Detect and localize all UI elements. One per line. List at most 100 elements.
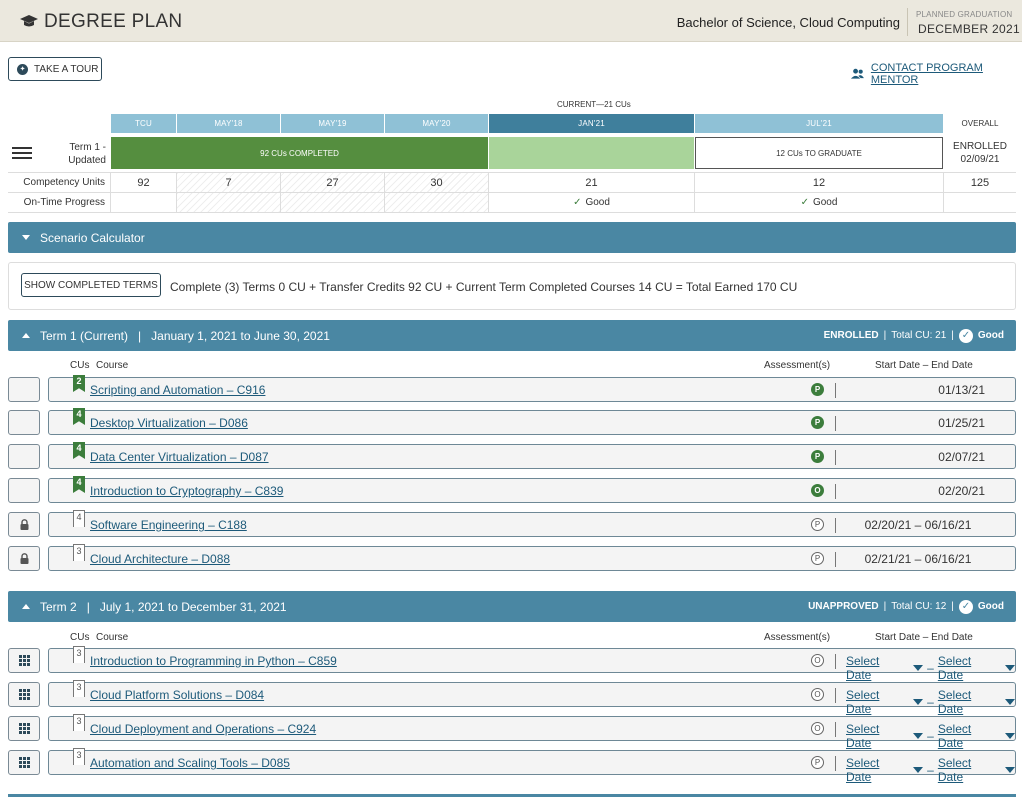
- course-link[interactable]: Introduction to Cryptography – C839: [90, 484, 283, 498]
- caret-up-icon: [22, 604, 30, 609]
- divider: [835, 450, 836, 465]
- grid-handle-icon: [18, 757, 30, 768]
- date-dash: –: [927, 763, 934, 777]
- assessment-badge: P: [811, 756, 824, 769]
- course-link[interactable]: Cloud Deployment and Operations – C924: [90, 722, 316, 736]
- date-dash: –: [927, 661, 934, 675]
- col-cus: CUs: [70, 632, 90, 643]
- course-row[interactable]: 3 Cloud Platform Solutions – D084 O Sele…: [48, 680, 1016, 716]
- cu-flag: 4: [73, 408, 85, 425]
- col-assessments: Assessment(s): [764, 632, 831, 643]
- drag-handle[interactable]: [8, 750, 40, 775]
- check-icon: ✓: [800, 197, 809, 208]
- cu-may19: 27: [326, 176, 339, 189]
- course-link[interactable]: Automation and Scaling Tools – D085: [90, 756, 290, 770]
- lock-icon: [20, 519, 28, 530]
- course-link[interactable]: Desktop Virtualization – D086: [90, 416, 248, 430]
- caret-down-icon[interactable]: [1005, 733, 1015, 739]
- caret-down-icon[interactable]: [1005, 767, 1015, 773]
- term1-summary: ENROLLED | Total CU: 21 | ✓ Good: [824, 320, 1004, 351]
- course-row[interactable]: 3 Cloud Architecture – D088 P 02/21/21 –…: [48, 544, 1016, 571]
- term-label-line2: Updated: [68, 155, 106, 166]
- cu-flag: 4: [73, 476, 85, 493]
- hatch-area: [177, 193, 488, 212]
- term-label-line1: Term 1 -: [69, 142, 106, 153]
- planned-graduation-label: PLANNED GRADUATION: [916, 10, 1013, 19]
- term1-dates: January 1, 2021 to June 30, 2021: [151, 328, 330, 343]
- term2-progress: Good: [977, 601, 1004, 612]
- menu-icon[interactable]: [12, 147, 32, 161]
- lock-icon: [20, 553, 28, 564]
- course-link[interactable]: Data Center Virtualization – D087: [90, 450, 269, 464]
- cu-flag: 3: [73, 714, 85, 731]
- date-selector: Select Date – Select Date: [846, 654, 1015, 682]
- course-row[interactable]: 4 Software Engineering – C188 P 02/20/21…: [48, 510, 1016, 537]
- caret-down-icon[interactable]: [913, 699, 924, 705]
- divider: [835, 688, 836, 703]
- lock-button[interactable]: [8, 546, 40, 571]
- grid-handle-icon: [18, 655, 30, 666]
- show-completed-terms-button[interactable]: SHOW COMPLETED TERMS: [21, 273, 161, 297]
- cu-jan21: 21: [585, 176, 598, 189]
- assessment-badge: O: [811, 688, 824, 701]
- check-circle-icon: ✓: [958, 599, 973, 614]
- progress-jan21: ✓ Good: [489, 193, 694, 212]
- separator: |: [951, 601, 954, 612]
- lock-button[interactable]: [8, 512, 40, 537]
- course-row[interactable]: 4 Data Center Virtualization – D087 P 02…: [48, 442, 1016, 469]
- term1-name: Term 1 (Current): [40, 328, 129, 343]
- course-link[interactable]: Introduction to Programming in Python – …: [90, 654, 337, 668]
- course-date: 01/13/21: [938, 383, 985, 397]
- caret-down-icon[interactable]: [1005, 699, 1015, 705]
- divider: [835, 654, 836, 669]
- timeline-col-may20: MAY'20: [385, 114, 488, 133]
- caret-down-icon[interactable]: [913, 767, 924, 773]
- caret-down-icon[interactable]: [913, 733, 924, 739]
- col-assessments: Assessment(s): [764, 360, 831, 371]
- take-a-tour-button[interactable]: ✦ TAKE A TOUR: [8, 57, 102, 81]
- course-row[interactable]: 3 Introduction to Programming in Python …: [48, 646, 1016, 682]
- start-date-select[interactable]: Select Date: [846, 756, 907, 784]
- course-row[interactable]: 3 Automation and Scaling Tools – D085 P …: [48, 748, 1016, 784]
- course-link[interactable]: Software Engineering – C188: [90, 518, 247, 532]
- scenario-calculator-toggle[interactable]: Scenario Calculator: [8, 222, 1016, 253]
- date-dash: –: [927, 729, 934, 743]
- course-row[interactable]: 4 Desktop Virtualization – D086 P 01/25/…: [48, 408, 1016, 435]
- contact-mentor-link[interactable]: CONTACT PROGRAM MENTOR: [850, 62, 1022, 86]
- cu-may20: 30: [430, 176, 443, 189]
- progress-jul21-value: Good: [812, 197, 838, 208]
- cu-flag: 3: [73, 646, 85, 663]
- course-link[interactable]: Scripting and Automation – C916: [90, 383, 265, 397]
- course-row[interactable]: 3 Cloud Deployment and Operations – C924…: [48, 714, 1016, 750]
- end-date-select[interactable]: Select Date: [938, 654, 999, 682]
- course-link[interactable]: Cloud Architecture – D088: [90, 552, 230, 566]
- caret-down-icon: [22, 235, 30, 240]
- caret-down-icon[interactable]: [1005, 665, 1015, 671]
- course-row[interactable]: 2 Scripting and Automation – C916 P 01/1…: [48, 375, 1016, 402]
- end-date-select[interactable]: Select Date: [938, 722, 999, 750]
- end-date-select[interactable]: Select Date: [938, 688, 999, 716]
- drag-handle[interactable]: [8, 682, 40, 707]
- overall-status: ENROLLED 02/09/21: [944, 140, 1016, 166]
- term1-status: ENROLLED: [823, 330, 879, 341]
- app-header: DEGREE PLAN Bachelor of Science, Cloud C…: [0, 0, 1022, 42]
- separator: |: [951, 330, 954, 341]
- term2-header[interactable]: Term 2 | July 1, 2021 to December 31, 20…: [8, 591, 1016, 622]
- cu-flag: 3: [73, 748, 85, 765]
- grid-handle-icon: [18, 689, 30, 700]
- start-date-select[interactable]: Select Date: [846, 688, 907, 716]
- divider: [835, 416, 836, 431]
- term1-header[interactable]: Term 1 (Current) | January 1, 2021 to Ju…: [8, 320, 1016, 351]
- course-row[interactable]: 4 Introduction to Cryptography – C839 O …: [48, 476, 1016, 503]
- start-date-select[interactable]: Select Date: [846, 722, 907, 750]
- scenario-summary: Complete (3) Terms 0 CU + Transfer Credi…: [170, 280, 798, 294]
- end-date-select[interactable]: Select Date: [938, 756, 999, 784]
- drag-handle[interactable]: [8, 716, 40, 741]
- caret-down-icon[interactable]: [913, 665, 924, 671]
- timeline-col-jul21: JUL'21: [695, 114, 943, 133]
- drag-handle[interactable]: [8, 648, 40, 673]
- start-date-select[interactable]: Select Date: [846, 654, 907, 682]
- grid-handle-icon: [18, 723, 30, 734]
- course-link[interactable]: Cloud Platform Solutions – D084: [90, 688, 264, 702]
- assessment-badge: P: [811, 518, 824, 531]
